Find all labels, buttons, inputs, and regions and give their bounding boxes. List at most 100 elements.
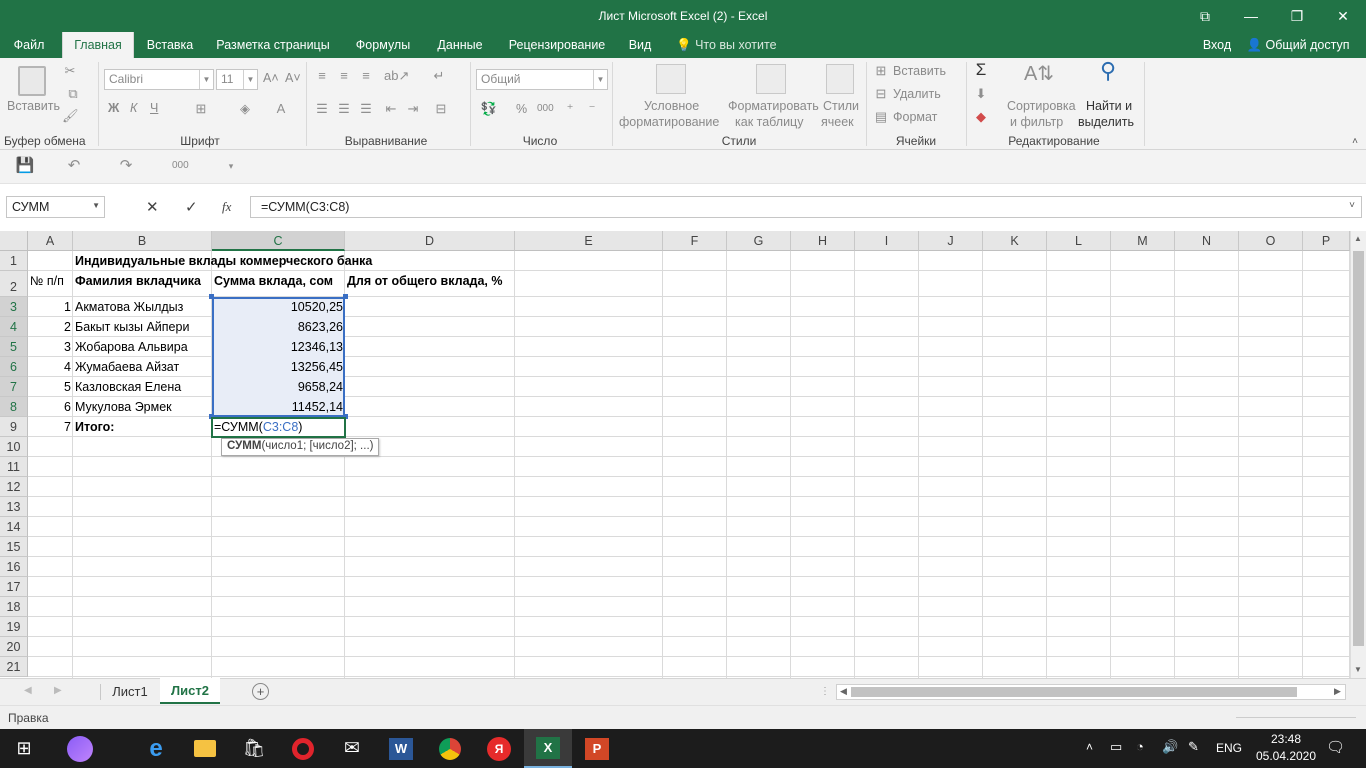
collapse-ribbon-icon[interactable]: ˄ (1348, 134, 1362, 150)
tab-home[interactable]: Главная (62, 32, 134, 58)
paste-icon[interactable] (18, 66, 46, 96)
clock-date[interactable]: 05.04.2020 (1254, 749, 1318, 763)
cell-c5[interactable]: 12346,13 (212, 340, 345, 354)
wrap-text-icon[interactable]: ↵ (430, 68, 448, 84)
taskbar-word[interactable]: W (377, 729, 425, 768)
horizontal-scroll-thumb[interactable] (851, 687, 1297, 697)
cell-b7[interactable]: Казловская Елена (73, 380, 183, 394)
taskbar-mail[interactable]: ✉ (328, 729, 376, 768)
redo-icon[interactable]: ↷ (116, 158, 136, 174)
row-header-15[interactable]: 15 (0, 537, 28, 557)
clear-icon[interactable]: ◆ (972, 109, 990, 125)
taskbar-edge[interactable]: e (132, 729, 180, 768)
taskbar-excel[interactable]: X (524, 729, 572, 768)
row-header-1[interactable]: 1 (0, 251, 28, 271)
row-header-8[interactable]: 8 (0, 397, 28, 417)
ribbon-display-options-icon[interactable]: ⧉ (1182, 0, 1228, 32)
format-as-table-label-2[interactable]: как таблицу (735, 115, 803, 129)
column-header-g[interactable]: G (727, 231, 791, 251)
sign-in-link[interactable]: Вход (1196, 32, 1238, 58)
taskbar-chrome[interactable] (426, 729, 474, 768)
scroll-right-icon[interactable]: ▶ (1334, 686, 1341, 697)
row-header-18[interactable]: 18 (0, 597, 28, 617)
column-header-f[interactable]: F (663, 231, 727, 251)
cell-a4[interactable]: 2 (28, 320, 73, 334)
row-header-7[interactable]: 7 (0, 377, 28, 397)
cell-c7[interactable]: 9658,24 (212, 380, 345, 394)
sort-filter-label-1[interactable]: Сортировка (1007, 99, 1076, 113)
minimize-button[interactable]: — (1228, 0, 1274, 32)
conditional-formatting-icon[interactable] (656, 64, 686, 94)
prev-sheet-icon[interactable]: ◀ (24, 685, 32, 696)
conditional-formatting-label-2[interactable]: форматирование (619, 115, 719, 129)
decrease-indent-icon[interactable]: ⇤ (382, 101, 400, 117)
cell-b4[interactable]: Бакыт кызы Айпери (73, 320, 191, 334)
sort-filter-label-2[interactable]: и фильтр (1010, 115, 1063, 129)
cell-c2-header[interactable]: Сумма вклада, сом (212, 274, 335, 288)
row-header-14[interactable]: 14 (0, 517, 28, 537)
column-header-k[interactable]: K (983, 231, 1047, 251)
column-header-l[interactable]: L (1047, 231, 1111, 251)
column-header-m[interactable]: M (1111, 231, 1175, 251)
next-sheet-icon[interactable]: ▶ (54, 685, 62, 696)
cell-b6[interactable]: Жумабаева Айзат (73, 360, 181, 374)
row-header-12[interactable]: 12 (0, 477, 28, 497)
row-header-4[interactable]: 4 (0, 317, 28, 337)
insert-function-button[interactable]: fx (222, 199, 231, 215)
sheet-tab-list2[interactable]: Лист2 (160, 678, 220, 704)
font-name-combo[interactable]: Calibri ▼ (104, 69, 214, 90)
percent-button[interactable]: % (516, 102, 527, 116)
bold-button[interactable]: Ж (108, 101, 119, 115)
close-button[interactable]: ✕ (1320, 0, 1366, 32)
function-tooltip[interactable]: СУММ(число1; [число2]; ...) (221, 438, 380, 456)
cell-c6[interactable]: 13256,45 (212, 360, 345, 374)
tab-review[interactable]: Рецензирование (502, 32, 612, 58)
add-sheet-icon[interactable]: + (252, 683, 269, 700)
zoom-slider[interactable] (1236, 717, 1356, 718)
sheet-tab-list1[interactable]: Лист1 (104, 679, 156, 705)
cell-c8[interactable]: 11452,14 (212, 400, 345, 414)
tab-page-layout[interactable]: Разметка страницы (210, 32, 336, 58)
fill-icon[interactable]: ⬇ (972, 86, 990, 102)
find-select-label-1[interactable]: Найти и (1086, 99, 1132, 113)
cell-c4[interactable]: 8623,26 (212, 320, 345, 334)
vertical-scroll-thumb[interactable] (1353, 251, 1364, 646)
insert-cells-button[interactable]: Вставить (893, 64, 946, 78)
tab-insert[interactable]: Вставка (140, 32, 200, 58)
confirm-entry-button[interactable]: ✓ (185, 198, 198, 216)
name-box[interactable]: СУММ ▼ (6, 196, 105, 218)
thousands-separator-button[interactable]: 000 (537, 103, 554, 114)
increase-indent-icon[interactable]: ⇥ (404, 101, 422, 117)
column-header-n[interactable]: N (1175, 231, 1239, 251)
column-header-a[interactable]: A (28, 231, 73, 251)
row-header-3[interactable]: 3 (0, 297, 28, 317)
cell-styles-icon[interactable] (826, 64, 854, 94)
clock-time[interactable]: 23:48 (1262, 732, 1310, 746)
fill-color-icon[interactable]: ◈ (236, 101, 254, 117)
row-header-19[interactable]: 19 (0, 617, 28, 637)
increase-decimal-icon[interactable]: ⁺ (562, 101, 578, 117)
find-select-icon[interactable]: ⚲ (1094, 60, 1122, 82)
cell-b5[interactable]: Жобарова Альвира (73, 340, 190, 354)
shrink-font-button[interactable]: A˅ (285, 71, 301, 85)
start-button[interactable]: ⊞ (0, 729, 48, 768)
format-cells-button[interactable]: Формат (893, 110, 937, 124)
column-header-j[interactable]: J (919, 231, 983, 251)
font-size-combo[interactable]: 11 ▼ (216, 69, 258, 90)
align-right-icon[interactable]: ☰ (358, 101, 374, 117)
align-center-icon[interactable]: ☰ (336, 101, 352, 117)
align-bottom-icon[interactable]: ≡ (358, 68, 374, 84)
cell-a2-header[interactable]: № п/п (28, 274, 73, 288)
input-language[interactable]: ENG (1216, 741, 1242, 755)
align-left-icon[interactable]: ☰ (314, 101, 330, 117)
cell-styles-label-1[interactable]: Стили (823, 99, 859, 113)
paste-button-label[interactable]: Вставить (7, 99, 60, 113)
save-icon[interactable]: 💾 (15, 158, 35, 174)
orientation-icon[interactable]: ab↗ (384, 68, 409, 84)
cut-icon[interactable]: ✂ (62, 63, 78, 79)
share-button[interactable]: 👤 Общий доступ (1242, 32, 1354, 58)
taskbar-yandex[interactable]: Я (475, 729, 523, 768)
cortana-button[interactable] (56, 729, 104, 768)
align-middle-icon[interactable]: ≡ (336, 68, 352, 84)
battery-icon[interactable]: ▭ (1110, 739, 1122, 755)
